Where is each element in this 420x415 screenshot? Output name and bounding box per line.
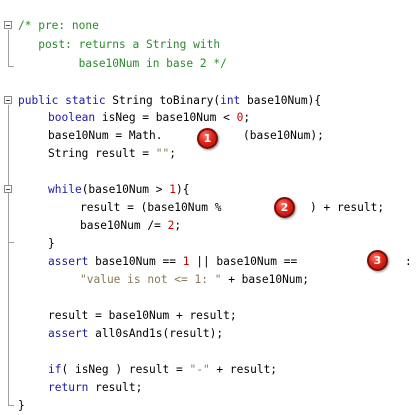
- code-text: String result =: [48, 147, 156, 160]
- blank-marker-2: 2: [274, 197, 295, 218]
- code-text: ;: [169, 147, 177, 160]
- code-line-mod: result = (base10Num %: [80, 199, 221, 217]
- fold-end: [8, 405, 14, 406]
- code-line-div: base10Num /= 2;: [80, 217, 181, 235]
- code-line-comment-1: /* pre: none: [18, 19, 99, 32]
- code-text: + base10Num;: [221, 273, 310, 286]
- code-text: base10Num /=: [80, 219, 168, 232]
- fold-end: [8, 66, 14, 67]
- keyword: int: [220, 94, 241, 107]
- code-text: (base10Num >: [81, 183, 170, 196]
- code-text: isNeg = base10Num <: [95, 111, 237, 124]
- keyword: assert: [48, 327, 89, 340]
- code-text: String toBinary(: [105, 94, 221, 107]
- string-literal: "-": [189, 363, 210, 376]
- string-literal: "": [155, 147, 170, 160]
- code-editor[interactable]: /* pre: none post: returns a String with…: [0, 0, 420, 415]
- fold-line: [8, 194, 9, 242]
- code-line-return: return result;: [48, 379, 142, 397]
- code-line-signature: public static String toBinary(int base10…: [18, 92, 321, 110]
- code-line-if: if( isNeg ) result = "-" + result;: [48, 361, 277, 379]
- code-line-comment-2: post: returns a String with: [18, 38, 221, 51]
- fold-toggle-while[interactable]: [4, 185, 12, 193]
- code-text: ;: [243, 111, 251, 124]
- code-text: base10Num){: [240, 94, 322, 107]
- code-line-assert-colon: :: [405, 255, 412, 268]
- code-text: ( isNeg ) result =: [61, 363, 190, 376]
- code-line-mod-rest: ) + result;: [310, 199, 384, 217]
- code-text: || base10Num ==: [189, 255, 298, 268]
- code-text: all0sAnd1s(result);: [88, 327, 224, 340]
- blank-marker-1: 1: [197, 128, 218, 149]
- fold-line: [8, 105, 9, 405]
- fold-line: [8, 30, 9, 66]
- keyword: boolean: [48, 111, 96, 124]
- code-line-concat: result = base10Num + result;: [48, 309, 237, 322]
- blank-marker-3: 3: [367, 250, 388, 271]
- code-line-close-method: }: [18, 399, 25, 412]
- code-line-close-while: }: [48, 237, 55, 250]
- keyword: return: [48, 381, 89, 394]
- fold-gutter: [0, 0, 16, 415]
- code-text: (base10Num);: [243, 129, 324, 142]
- code-text: base10Num ==: [88, 255, 183, 268]
- code-text: + result;: [209, 363, 278, 376]
- number-literal: 1: [169, 183, 176, 196]
- code-line-result-init: String result = "";: [48, 145, 176, 163]
- fold-end: [8, 242, 14, 243]
- code-line-boolean: boolean isNeg = base10Num < 0;: [48, 109, 250, 127]
- code-line-comment-3: base10Num in base 2 */: [18, 57, 227, 70]
- code-text: result = (base10Num %: [80, 201, 222, 214]
- code-text: ) + result;: [310, 201, 385, 214]
- keyword: public static: [18, 94, 106, 107]
- keyword: while: [48, 183, 82, 196]
- code-line-while: while(base10Num > 1){: [48, 181, 189, 199]
- fold-toggle-comment[interactable]: [4, 21, 12, 29]
- string-literal: "value is not <= 1: ": [80, 273, 222, 286]
- code-text: result;: [88, 381, 143, 394]
- code-text: ;: [174, 219, 182, 232]
- keyword: if: [48, 363, 62, 376]
- code-text: ){: [176, 183, 190, 196]
- fold-toggle-method[interactable]: [4, 96, 12, 104]
- code-line-math-rest: (base10Num);: [243, 127, 324, 145]
- code-text: base10Num = Math.: [48, 129, 163, 142]
- code-line-math: base10Num = Math.: [48, 127, 163, 145]
- code-line-assert-message: "value is not <= 1: " + base10Num;: [80, 271, 309, 289]
- code-line-assert-2: assert all0sAnd1s(result);: [48, 325, 223, 343]
- keyword: assert: [48, 255, 89, 268]
- code-line-assert-1: assert base10Num == 1 || base10Num ==: [48, 253, 297, 271]
